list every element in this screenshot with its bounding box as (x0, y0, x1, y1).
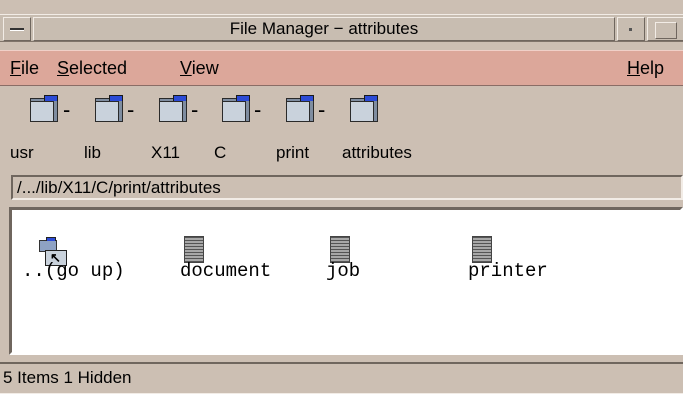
path-label-x11[interactable]: X11 (151, 142, 180, 164)
folder-icon-print[interactable] (286, 95, 314, 122)
menu-view[interactable]: View (180, 57, 219, 79)
file-item-go-up[interactable]: ↖ ..(go up) (12, 236, 125, 282)
menu-view-mnemonic: V (180, 58, 192, 78)
folder-icon-x11[interactable] (159, 95, 187, 122)
document-icon[interactable] (330, 236, 350, 263)
file-name[interactable]: document (180, 260, 271, 282)
window-menu-button[interactable] (3, 17, 31, 41)
path-separator: - (318, 97, 326, 122)
path-separator: - (254, 97, 262, 122)
menu-view-label: iew (191, 58, 219, 78)
file-manager-window: File Manager − attributes File Selected … (0, 0, 683, 394)
title-bar[interactable]: File Manager − attributes (0, 14, 683, 42)
menu-file[interactable]: File (10, 57, 39, 79)
iconic-path: - - - - - usr lib X11 C print attributes (0, 87, 683, 173)
menu-help-label: elp (640, 58, 665, 78)
folder-icon-c[interactable] (222, 95, 250, 122)
menu-help-mnemonic: H (627, 58, 640, 78)
path-text-field[interactable]: /.../lib/X11/C/print/attributes (11, 175, 683, 200)
path-separator: - (63, 97, 71, 122)
path-label-lib[interactable]: lib (84, 142, 101, 164)
menu-selected-mnemonic: S (57, 58, 70, 78)
menu-bar: File Selected View Help (0, 50, 683, 86)
menu-selected[interactable]: Selected (57, 57, 127, 79)
menu-help[interactable]: Help (627, 57, 664, 79)
path-label-usr[interactable]: usr (10, 142, 34, 164)
minimize-button[interactable] (617, 17, 645, 41)
menu-file-mnemonic: F (10, 58, 21, 78)
menu-selected-label: elected (69, 58, 128, 78)
folder-icon-attributes[interactable] (350, 95, 378, 122)
document-icon[interactable] (184, 236, 204, 263)
document-icon[interactable] (472, 236, 492, 263)
maximize-button[interactable] (647, 17, 683, 41)
window-title[interactable]: File Manager − attributes (33, 17, 615, 41)
folder-icon-usr[interactable] (30, 95, 58, 122)
path-label-c[interactable]: C (214, 142, 226, 164)
menu-file-label: ile (21, 58, 40, 78)
file-name[interactable]: printer (468, 260, 548, 282)
path-separator: - (191, 97, 199, 122)
path-separator: - (127, 97, 135, 122)
folder-icon-lib[interactable] (95, 95, 123, 122)
path-label-attributes[interactable]: attributes (342, 142, 412, 164)
file-name[interactable]: ..(go up) (22, 260, 125, 282)
path-label-print[interactable]: print (276, 142, 309, 164)
file-name[interactable]: job (326, 260, 360, 282)
file-view-area[interactable]: ↖ ..(go up) document job printer (9, 207, 683, 355)
status-bar: 5 Items 1 Hidden (0, 362, 683, 394)
